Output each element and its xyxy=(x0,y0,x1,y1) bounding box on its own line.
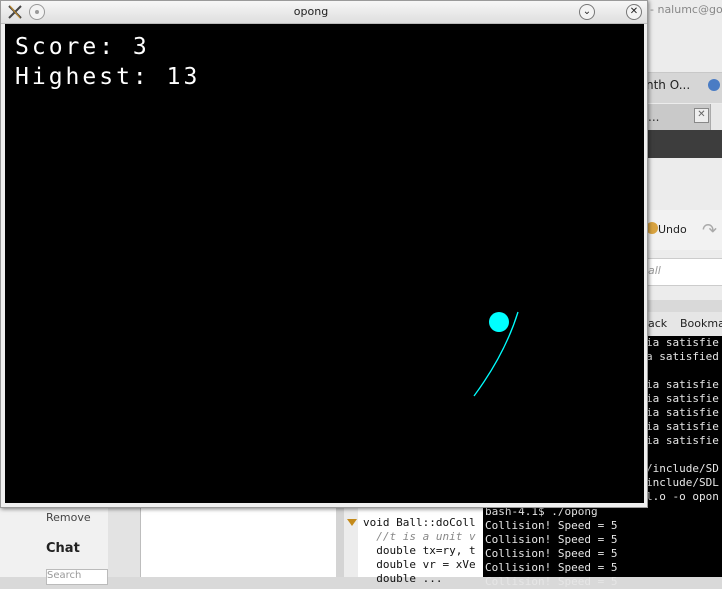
browser-tab-2-title[interactable]: ... xyxy=(648,110,659,124)
editor-line[interactable]: void Ball::doColl xyxy=(363,516,476,529)
editor-splitter[interactable] xyxy=(336,505,344,577)
browser-tab-title[interactable]: nth O... xyxy=(646,78,690,92)
browser-tab-3[interactable] xyxy=(710,104,722,130)
editor-line[interactable]: double vr = xVe xyxy=(363,558,475,571)
background-terminal-output: bash-4.1$ ./opong Collision! Speed = 5 C… xyxy=(483,505,722,588)
score-text: Score: 3 xyxy=(15,34,150,60)
browser-dark-toolbar xyxy=(646,130,722,158)
remove-link[interactable]: Remove xyxy=(46,511,91,524)
editor-sidebar xyxy=(108,505,141,577)
game-canvas[interactable]: Score: 3 Highest: 13 xyxy=(5,24,644,503)
search-placeholder: all xyxy=(648,264,661,277)
highest-score-text: Highest: 13 xyxy=(15,64,200,90)
editor-line[interactable]: double tx=ry, t xyxy=(363,544,475,557)
background-chat-panel: Remove Chat Search xyxy=(0,505,108,585)
chat-search-input[interactable]: Search xyxy=(46,569,108,585)
opong-window: opong ⌄ ✕ Score: 3 Highest: 13 xyxy=(0,0,648,508)
fold-arrow-icon[interactable] xyxy=(347,519,357,526)
ball xyxy=(489,312,509,332)
minimize-button[interactable]: ⌄ xyxy=(579,4,595,20)
window-titlebar[interactable]: opong ⌄ ✕ xyxy=(1,1,647,24)
editor-line[interactable]: double ... xyxy=(363,572,442,585)
editor-gutter xyxy=(344,505,358,577)
collision-log: bash-4.1$ ./opong Collision! Speed = 5 C… xyxy=(485,505,618,588)
chat-search-placeholder: Search xyxy=(47,570,82,581)
undo-button-label[interactable]: Undo xyxy=(658,223,687,236)
menu-bookmarks[interactable]: Bookma xyxy=(680,317,722,330)
window-title: opong xyxy=(293,5,329,18)
chat-heading: Chat xyxy=(46,541,80,556)
background-browser-window: - nalumc@goog nth O... ... ✕ Undo ↷ all xyxy=(646,0,722,300)
terminal-output: ia satisfie a satisfied ia satisfie ia s… xyxy=(646,336,719,503)
editor-code[interactable]: void Ball::doColl //t is a unit v double… xyxy=(363,516,476,586)
redo-icon[interactable]: ↷ xyxy=(702,220,717,241)
background-code-editor: void Ball::doColl //t is a unit v double… xyxy=(108,505,483,585)
menu-back[interactable]: ack xyxy=(648,317,667,330)
background-terminal-window: ack Bookma ia satisfie a satisfied ia sa… xyxy=(646,312,722,512)
game-scene: Score: 3 Highest: 13 xyxy=(15,34,519,397)
browser-title-fragment: - nalumc@goog xyxy=(650,3,722,16)
editor-line[interactable]: //t is a unit v xyxy=(363,530,475,543)
close-button[interactable]: ✕ xyxy=(626,4,642,20)
tab-close-icon[interactable]: ✕ xyxy=(694,108,709,123)
terminal-menubar: ack Bookma xyxy=(646,312,722,336)
globe-icon xyxy=(708,79,720,91)
